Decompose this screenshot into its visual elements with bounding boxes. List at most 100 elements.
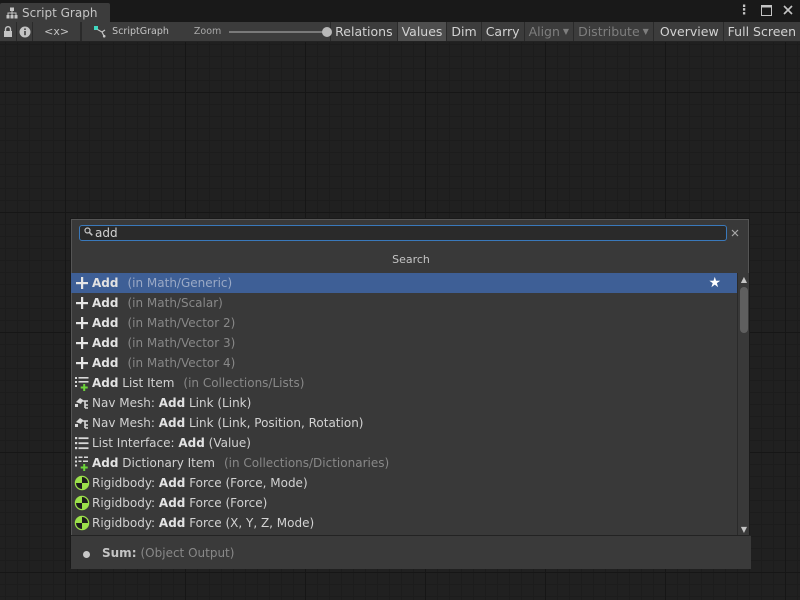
carry-button[interactable]: Carry [480,22,524,41]
values-button[interactable]: Values [396,22,447,41]
graph-breadcrumb[interactable]: ScriptGraph [94,25,169,38]
result-item-label: List Interface: Add (Value) [92,436,251,450]
distribute-dropdown[interactable]: Distribute ▼ [573,22,653,41]
graph-name: ScriptGraph [112,26,169,37]
result-list: Add (in Math/Generic) ★ Add (in Math/Scalar)… [71,273,737,535]
result-item[interactable]: Add (in Math/Vector 4) [71,353,737,373]
variables-button[interactable]: <x> [33,22,82,41]
tab-bar: Script Graph ⋮ [0,0,800,22]
list-add-icon [74,375,90,391]
result-item-label: Add [92,316,118,330]
align-dropdown[interactable]: Align ▼ [523,22,574,41]
align-label: Align [528,24,560,39]
search-input[interactable] [95,226,695,240]
dim-button[interactable]: Dim [446,22,481,41]
plus-icon [74,315,90,331]
description-panel: Sum: (Object Output) [71,535,751,569]
result-item-prefix: Rigidbody: [92,476,159,490]
result-item-label: Nav Mesh: Add Link (Link) [92,396,251,410]
info-icon [19,26,31,37]
result-item-context: (in Math/Vector 3) [127,336,236,350]
result-item[interactable]: Add (in Math/Vector 3) [71,333,737,353]
result-item-context: (in Math/Vector 2) [127,316,236,330]
carry-label: Carry [485,24,520,39]
lock-button[interactable] [0,22,17,41]
close-icon[interactable] [782,3,794,17]
overview-label: Overview [659,24,719,39]
caret-down-icon: ▼ [642,27,649,36]
result-item[interactable]: Rigidbody: Add Force (Force) [71,493,737,513]
result-item[interactable]: Add (in Math/Generic) ★ [71,273,737,293]
lock-icon [3,26,12,37]
description-title: Sum: [102,545,137,560]
nav-mesh-icon [74,395,90,411]
result-item-context: (in Math/Generic) [127,276,233,290]
rigidbody-icon [74,475,90,491]
result-item[interactable]: Add List Item (in Collections/Lists) [71,373,737,393]
more-options-icon[interactable]: ⋮ [738,3,751,18]
result-item-match: Add [158,416,186,430]
zoom-slider[interactable] [229,26,333,37]
result-item-match: Add [92,356,119,370]
full-screen-button[interactable]: Full Screen [722,22,800,41]
breadcrumb: ScriptGraph Zoom 1x [82,22,349,41]
result-item-context: (in Collections/Lists) [183,376,305,390]
result-item[interactable]: Add (in Math/Scalar) [71,293,737,313]
result-item-label: Rigidbody: Add Force (Force, Mode) [92,476,308,490]
result-item[interactable]: Rigidbody: Add Force (Force, Mode) [71,473,737,493]
result-item-match: Add [158,496,186,510]
result-item[interactable]: Add Dictionary Item (in Collections/Dicti… [71,453,737,473]
distribute-label: Distribute [578,24,640,39]
tab-script-graph[interactable]: Script Graph [0,3,110,22]
result-item-label: Add [92,356,118,370]
result-item-match: Add [92,316,119,330]
result-item[interactable]: Rigidbody: Add Force (X, Y, Z, Mode) [71,513,737,533]
result-item-context: (in Collections/Dictionaries) [223,456,390,470]
result-item-prefix: Rigidbody: [92,516,159,530]
clear-search-button[interactable] [730,226,740,240]
scroll-up-arrow-icon[interactable]: ▲ [740,274,748,284]
relations-label: Relations [335,24,393,39]
toolbar-buttons: Relations Values Dim Carry Align ▼ Distri… [330,22,800,41]
result-item-context: (in Math/Vector 4) [127,356,236,370]
relations-button[interactable]: Relations [330,22,397,41]
result-scrollbar[interactable]: ▲ ▼ [737,273,749,535]
result-item-label: Add [92,296,118,310]
maximize-icon[interactable] [760,3,772,17]
info-button[interactable] [17,22,34,41]
description-text: (Object Output) [140,545,235,560]
result-item[interactable]: Add (in Math/Vector 2) [71,313,737,333]
result-item-match: Add [158,516,186,530]
overview-button[interactable]: Overview [652,22,723,41]
result-item-label: Rigidbody: Add Force (Force) [92,496,267,510]
nav-mesh-icon [74,415,90,431]
values-label: Values [401,24,443,39]
search-icon [84,227,93,239]
scroll-down-arrow-icon[interactable]: ▼ [740,524,748,534]
fuzzy-finder-popup: Search Add (in Math/Generic) ★ Add (in Math/… [70,218,751,569]
zoom-control: Zoom 1x [194,26,353,37]
result-item-label: Rigidbody: Add Force (X, Y, Z, Mode) [92,516,314,530]
search-field[interactable] [79,225,727,241]
result-item-suffix: Link (Link, Position, Rotation) [185,416,364,430]
script-graph-window: Script Graph ⋮ <x> ScriptGraph Zoom Rela… [0,0,800,600]
rigidbody-icon [74,515,90,531]
zoom-slider-thumb[interactable] [322,26,333,37]
result-item[interactable]: List Interface: Add (Value) [71,433,737,453]
result-item-prefix: List Interface: [92,436,179,450]
scrollbar-thumb[interactable] [740,287,748,333]
result-item-label: Add [92,336,118,350]
result-item-prefix: Rigidbody: [92,496,159,510]
result-item-label: Add List Item [92,376,174,390]
result-item-match: Add [92,336,119,350]
rigidbody-icon [74,495,90,511]
favorite-star-icon[interactable]: ★ [708,275,721,291]
result-item-suffix: Link (Link) [185,396,252,410]
result-item[interactable]: Nav Mesh: Add Link (Link, Position, Rota… [71,413,737,433]
result-item-suffix: Force (X, Y, Z, Mode) [185,516,315,530]
plus-icon [74,355,90,371]
result-item-context: (in Math/Scalar) [127,296,223,310]
result-item[interactable]: Nav Mesh: Add Link (Link) [71,393,737,413]
result-item-suffix: Force (Force, Mode) [185,476,308,490]
dict-add-icon [74,455,90,471]
